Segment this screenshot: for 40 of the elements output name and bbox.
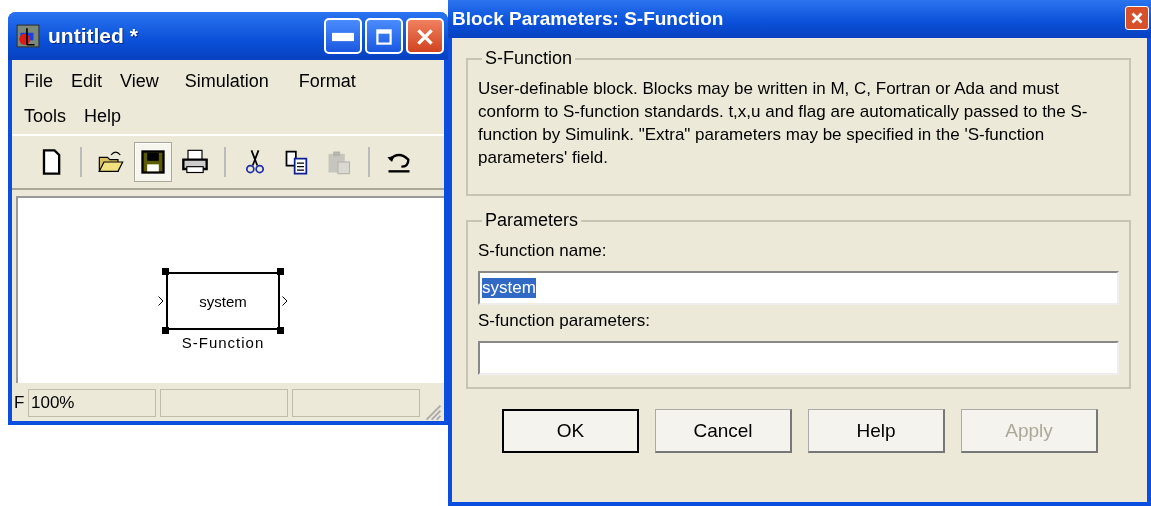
input-field[interactable] [478,341,1119,375]
dialog-title: Block Parameters: S-Function [452,8,725,30]
menu-item[interactable]: Tools [18,106,73,127]
close-button[interactable] [406,18,444,54]
dialog-button[interactable]: Help [808,409,945,453]
dialog-button[interactable]: Cancel [655,409,792,453]
menu-item[interactable]: Simulation [178,71,275,92]
dialog-button[interactable]: OK [502,409,639,453]
menu-item[interactable]: Edit [65,71,109,92]
field-label: S-function parameters: [478,311,651,331]
minimize-button[interactable] [324,18,362,54]
block-label: S-Function [181,334,265,351]
resize-grip-icon[interactable] [424,403,442,421]
menu-item[interactable]: View [114,71,165,92]
selection-handle[interactable] [277,327,284,334]
save-button[interactable] [134,142,172,182]
block-text: system [199,292,247,310]
group-legend: Parameters [482,210,582,231]
zoom-level: 100% [28,389,157,417]
close-button[interactable] [1125,6,1149,30]
window-title: untitled * [48,24,139,48]
menu-item[interactable]: Format [292,71,362,92]
input-port-icon [158,296,164,306]
close-icon [414,26,436,48]
input-field[interactable]: system [478,271,1119,305]
field-value: system [482,278,536,298]
selection-handle[interactable] [277,268,284,275]
field-label: S-function name: [478,241,608,261]
menu-item[interactable]: Help [78,106,128,127]
status-text: F [14,392,24,414]
s-function-block[interactable]: system [166,272,280,330]
selection-handle[interactable] [162,327,169,334]
maximize-button[interactable] [365,18,403,54]
description-text: User-definable block. Blocks may be written in M, C, Fortran or Ada and must conform to S-function standards. t,x,u and flag are automatically passed to the S-function by Simulink. "Extra" parameters may be specified in the 'S-function parameters' field. [478,78,1089,169]
selection-handle[interactable] [162,268,169,275]
group-legend: S-Function [482,48,576,69]
output-port-icon [282,296,288,306]
maximize-icon [373,26,395,48]
menu-item[interactable]: File [18,71,59,92]
model-app-icon [16,24,40,48]
